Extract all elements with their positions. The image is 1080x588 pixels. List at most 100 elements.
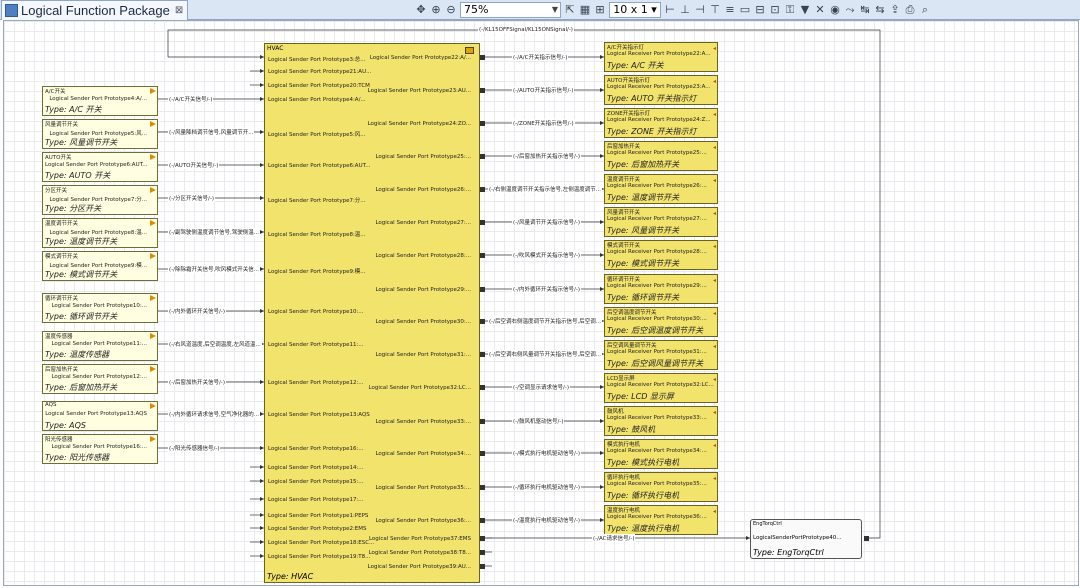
receiver-type[interactable]: Type: 模式调节开关 — [607, 258, 679, 269]
receiver-type[interactable]: Type: 风量调节开关 — [607, 225, 679, 236]
receiver-name[interactable]: 温度执行电机 — [607, 506, 640, 514]
sender-signal-label[interactable]: (-/AUTO开关信号/-) — [168, 161, 220, 169]
provide-port-arrow-icon[interactable] — [150, 295, 156, 301]
hvac-right-port-label[interactable]: Logical Sender Port Prototype35:... — [375, 485, 471, 491]
hvac-left-port-label[interactable]: Logical Sender Port Prototype8:温... — [268, 230, 366, 238]
sender-name[interactable]: 分区开关 — [45, 186, 67, 194]
hvac-right-port-label[interactable]: Logical Sender Port Prototype25:... — [375, 154, 471, 160]
hvac-output-port[interactable] — [480, 419, 485, 424]
receiver-signal-label[interactable]: (-/风量调节开关指示信号/-) — [512, 218, 581, 226]
sender-port-label[interactable]: Logical Sender Port Prototype5:风... — [45, 129, 147, 137]
receiver-component[interactable]: LCD显示屏 ◂ Logical Receiver Port Prototype32… — [604, 373, 718, 403]
hvac-right-port-label[interactable]: Logical Sender Port Prototype27:... — [375, 220, 471, 226]
receiver-port-label[interactable]: Logical Receiver Port Prototype36:... — [607, 514, 715, 520]
receiver-type[interactable]: Type: 循环调节开关 — [607, 292, 679, 303]
receiver-type[interactable]: Type: ZONE 开关指示灯 — [607, 126, 697, 137]
sender-type[interactable]: Type: AQS — [45, 421, 86, 430]
sender-signal-label[interactable]: (-/风量降档调节信号,风量调节开... — [168, 128, 255, 136]
receiver-component[interactable]: 风量调节开关 ◂ Logical Receiver Port Prototype27… — [604, 207, 718, 237]
sender-signal-label[interactable]: (-/右风道温度,后空调温度,左风道温... — [168, 340, 262, 348]
hvac-right-port-label[interactable]: Logical Sender Port Prototype39:AU... — [368, 564, 471, 570]
receiver-signal-label[interactable]: (-/A/C开关指示信号/-) — [512, 53, 569, 61]
sender-type[interactable]: Type: 循环调节开关 — [45, 311, 117, 322]
sender-name[interactable]: 风量调节开关 — [45, 120, 78, 128]
receiver-port-label[interactable]: Logical Receiver Port Prototype31:... — [607, 349, 715, 355]
sender-signal-label[interactable]: (-/内外循环开关信号/-) — [168, 307, 226, 315]
hvac-right-port-label[interactable]: Logical Sender Port Prototype33:... — [375, 419, 471, 425]
receiver-component[interactable]: A/C开关指示灯 ◂ Logical Receiver Port Prototype… — [604, 42, 718, 72]
receiver-port-label[interactable]: Logical Receiver Port Prototype28:... — [607, 249, 715, 255]
sender-component[interactable]: 循环调节开关 Logical Sender Port Prototype10:..… — [42, 293, 158, 323]
receiver-signal-label[interactable]: (-/后空调右侧风量调节开关指示信号,后空调... — [488, 350, 602, 358]
sender-port-label[interactable]: Logical Sender Port Prototype7:分... — [45, 195, 147, 203]
ems-signal-label[interactable]: (-/AC请求信号/-) — [592, 534, 636, 542]
eng-output-port[interactable] — [864, 536, 869, 541]
hvac-left-port-label[interactable]: Logical Sender Port Prototype13:AQS — [268, 412, 370, 418]
sender-signal-label[interactable]: (-/阳光传感器信号/-) — [168, 444, 221, 452]
hvac-left-port-label[interactable]: Logical Sender Port Prototype5:风... — [268, 130, 366, 138]
hvac-left-port-label[interactable]: Logical Sender Port Prototype17:... — [268, 497, 364, 503]
receiver-component[interactable]: 后窗加热开关 ◂ Logical Receiver Port Prototype25… — [604, 141, 718, 171]
provide-port-arrow-icon[interactable] — [150, 154, 156, 160]
sender-component[interactable]: A/C开关 Logical Sender Port Prototype4:A/..… — [42, 86, 158, 116]
receiver-port-label[interactable]: Logical Receiver Port Prototype22:A... — [607, 51, 715, 57]
receiver-port-label[interactable]: Logical Receiver Port Prototype32:LC... — [607, 382, 715, 388]
receiver-signal-label[interactable]: (-/空调显示请求信号/-) — [512, 383, 570, 391]
sender-port-label[interactable]: Logical Sender Port Prototype10:... — [45, 303, 147, 309]
sender-type[interactable]: Type: AUTO 开关 — [45, 170, 110, 181]
receiver-port-label[interactable]: Logical Receiver Port Prototype29:... — [607, 283, 715, 289]
hvac-output-port[interactable] — [480, 550, 485, 555]
receiver-port-label[interactable]: Logical Receiver Port Prototype24:Z... — [607, 117, 715, 123]
receiver-name[interactable]: 循环执行电机 — [607, 473, 640, 481]
provide-port-arrow-icon[interactable] — [150, 220, 156, 226]
sender-name[interactable]: 阳光传感器 — [45, 435, 73, 443]
sender-type[interactable]: Type: 模式调节开关 — [45, 269, 117, 280]
sender-port-label[interactable]: Logical Sender Port Prototype12:... — [45, 374, 147, 380]
hvac-output-port[interactable] — [480, 121, 485, 126]
hvac-left-port-label[interactable]: Logical Sender Port Prototype19:T8... — [268, 554, 370, 560]
sender-name[interactable]: 温度调节开关 — [45, 219, 78, 227]
hvac-right-port-label[interactable]: Logical Sender Port Prototype36:... — [375, 518, 471, 524]
sender-component[interactable]: 阳光传感器 Logical Sender Port Prototype16:...… — [42, 434, 158, 464]
receiver-name[interactable]: 模式执行电机 — [607, 440, 640, 448]
sender-type[interactable]: Type: A/C 开关 — [45, 104, 101, 115]
hvac-right-port-label[interactable]: Logical Sender Port Prototype23:AU... — [368, 88, 471, 94]
receiver-type[interactable]: Type: 温度调节开关 — [607, 192, 679, 203]
hvac-output-port[interactable] — [480, 451, 485, 456]
receiver-name[interactable]: 风量调节开关 — [607, 208, 640, 216]
hvac-right-port-label[interactable]: Logical Sender Port Prototype38:T8... — [369, 550, 471, 556]
hvac-left-port-label[interactable]: Logical Sender Port Prototype12:... — [268, 380, 364, 386]
receiver-port-label[interactable]: Logical Receiver Port Prototype25:... — [607, 150, 715, 156]
provide-port-arrow-icon[interactable] — [150, 333, 156, 339]
receiver-type[interactable]: Type: 鼓风机 — [607, 424, 655, 435]
sender-name[interactable]: AQS — [45, 402, 57, 408]
receiver-type[interactable]: Type: 模式执行电机 — [607, 457, 679, 468]
receiver-port-label[interactable]: Logical Receiver Port Prototype27:... — [607, 216, 715, 222]
receiver-port-label[interactable]: Logical Receiver Port Prototype23:A... — [607, 84, 715, 90]
sender-component[interactable]: 风量调节开关 Logical Sender Port Prototype5:风..… — [42, 119, 158, 149]
hvac-left-port-label[interactable]: Logical Sender Port Prototype2:EMS — [268, 526, 367, 532]
hvac-left-port-label[interactable]: Logical Sender Port Prototype9:模... — [268, 267, 366, 275]
receiver-type[interactable]: Type: 后空调风量调节开关 — [607, 358, 703, 369]
hvac-left-port-label[interactable]: Logical Sender Port Prototype6:AUT... — [268, 163, 371, 169]
hvac-output-port[interactable] — [480, 187, 485, 192]
receiver-signal-label[interactable]: (-/ZONE开关指示信号/-) — [512, 119, 575, 127]
receiver-port-label[interactable]: Logical Receiver Port Prototype33:... — [607, 415, 715, 421]
receiver-port-label[interactable]: Logical Receiver Port Prototype35:... — [607, 481, 715, 487]
sender-name[interactable]: 后窗加热开关 — [45, 365, 78, 373]
hvac-output-port[interactable] — [480, 55, 485, 60]
sender-name[interactable]: A/C开关 — [45, 87, 65, 95]
hvac-output-port[interactable] — [480, 287, 485, 292]
hvac-output-port[interactable] — [480, 220, 485, 225]
sender-signal-label[interactable]: (-/分区开关信号/-) — [168, 194, 215, 202]
sender-component[interactable]: AUTO开关 Logical Sender Port Prototype6:AUT… — [42, 152, 158, 182]
receiver-component[interactable]: ZONE开关指示灯 ◂ Logical Receiver Port Prototyp… — [604, 108, 718, 138]
component-collapse-icon[interactable] — [465, 47, 474, 54]
hvac-left-port-label[interactable]: Logical Sender Port Prototype15:... — [268, 479, 364, 485]
sender-port-label[interactable]: Logical Sender Port Prototype4:A/... — [45, 96, 147, 102]
receiver-signal-label[interactable]: (-/循环执行电机驱动信号/-) — [512, 483, 581, 491]
sender-signal-label[interactable]: (-/除除霜开关信号,吹风模式开关信... — [168, 265, 260, 273]
hvac-output-port[interactable] — [480, 88, 485, 93]
sender-signal-label[interactable]: (-/内外循环请求信号,空气净化器的... — [168, 410, 260, 418]
provide-port-arrow-icon[interactable] — [150, 121, 156, 127]
